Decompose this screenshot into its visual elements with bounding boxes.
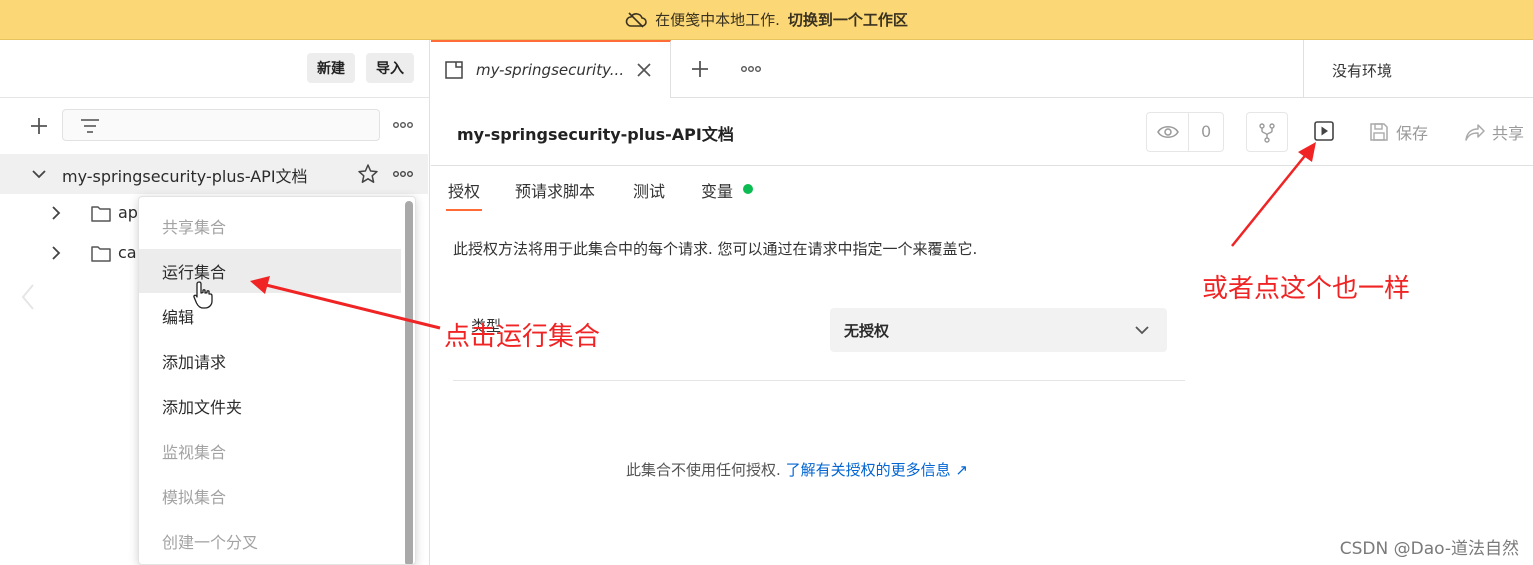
annotation-arrow-right <box>1231 151 1309 247</box>
annotation-click-run: 点击运行集合 <box>444 322 601 352</box>
csdn-watermark: CSDN @Dao-道法自然 <box>1339 539 1519 559</box>
annotation-arrowhead-right <box>1298 142 1316 162</box>
annotation-arrow-left <box>261 282 441 330</box>
annotation-arrowhead-left <box>250 276 270 294</box>
annotation-or-click-this: 或者点这个也一样 <box>1202 274 1411 304</box>
